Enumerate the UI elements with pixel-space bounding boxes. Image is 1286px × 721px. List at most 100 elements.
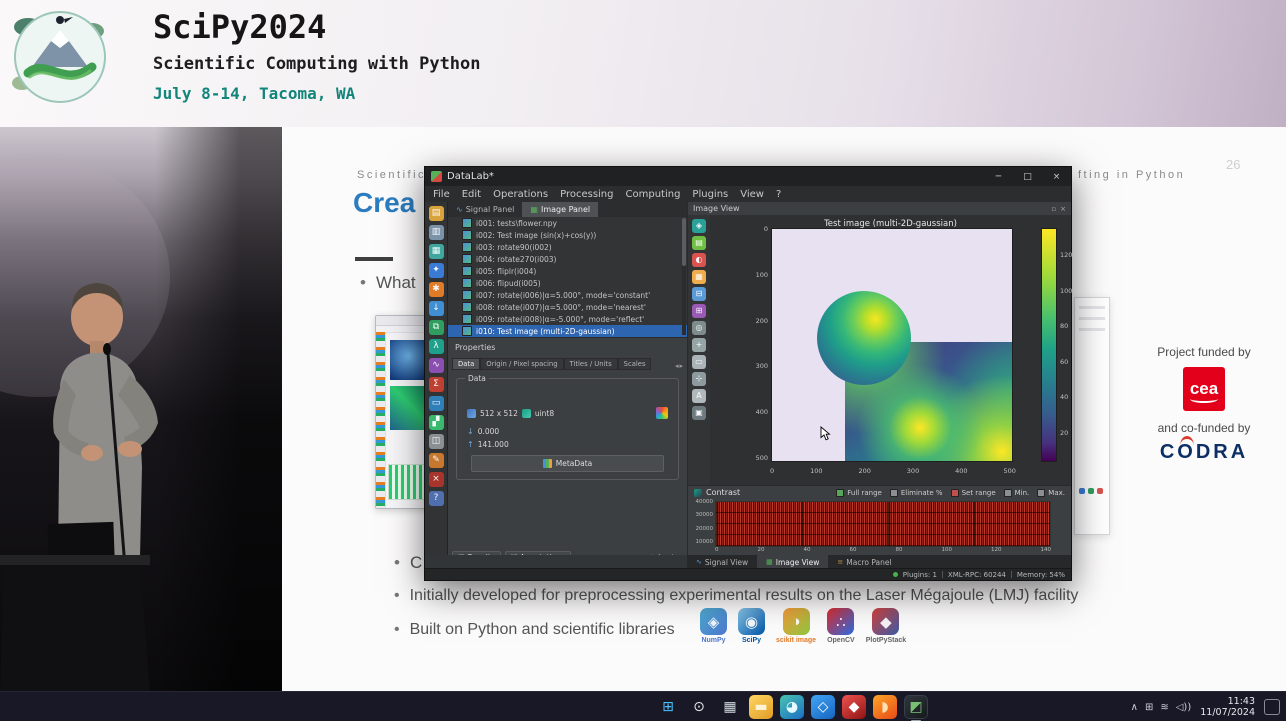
image-thumbnail-icon <box>462 326 472 336</box>
help-icon[interactable]: ? <box>429 491 444 506</box>
touch-keyboard-icon[interactable]: ⊞ <box>1145 702 1153 713</box>
new-image-icon[interactable]: ✦ <box>429 263 444 278</box>
pan-icon[interactable]: + <box>692 338 706 352</box>
open-image-icon[interactable]: ▦ <box>429 244 444 259</box>
view-tab[interactable]: ∿ Signal View <box>687 555 757 569</box>
contrast-option[interactable]: Max. <box>1037 489 1065 497</box>
metadata-button[interactable]: MetaData <box>471 455 664 472</box>
snapshot-icon[interactable]: ▣ <box>692 406 706 420</box>
contrast-adjust-icon[interactable]: ◐ <box>692 253 706 267</box>
window-titlebar[interactable]: DataLab* ─ □ × <box>425 167 1071 186</box>
curve-marker-icon[interactable]: ◈ <box>692 219 706 233</box>
menu-item[interactable]: Operations <box>487 188 554 201</box>
datalab-app-icon[interactable]: ◩ <box>904 695 928 719</box>
object-list-item[interactable]: i005: fliplr(i004) <box>448 265 687 277</box>
axes-icon[interactable]: ⊹ <box>692 372 706 386</box>
tick-label: 40 <box>804 547 811 553</box>
properties-tab[interactable]: Data <box>452 358 480 370</box>
contrast-option[interactable]: Set range <box>951 489 996 497</box>
float-panel-icon[interactable]: ▫ <box>1051 205 1056 213</box>
label-icon[interactable]: A <box>692 389 706 403</box>
menu-item[interactable]: File <box>427 188 456 201</box>
colormap-icon[interactable]: ▤ <box>692 236 706 250</box>
properties-label: Properties <box>455 343 495 352</box>
contrast-panel: Contrast Full range Eliminate % <box>688 485 1071 558</box>
volume-icon[interactable]: ◁)) <box>1176 702 1192 713</box>
conference-title: SciPy2024 <box>153 8 326 46</box>
select-rect-icon[interactable]: ▭ <box>692 355 706 369</box>
library-logo-caption: NumPy <box>701 637 725 644</box>
vscode-icon[interactable]: ◇ <box>811 695 835 719</box>
annotate-icon[interactable]: ✎ <box>429 453 444 468</box>
object-list-item[interactable]: i006: flipud(i005) <box>448 277 687 289</box>
plot-canvas[interactable]: Test image (multi-2D-gaussian) 010020030… <box>710 215 1071 485</box>
close-button[interactable]: × <box>1042 167 1071 186</box>
edge-browser-icon[interactable]: ◕ <box>780 695 804 719</box>
menu-item[interactable]: ? <box>770 188 787 201</box>
contrast-histogram[interactable] <box>715 501 1051 547</box>
contrast-option[interactable]: Eliminate % <box>890 489 943 497</box>
object-list-item[interactable]: i007: rotate(i006)|α=5.000°, mode='const… <box>448 289 687 301</box>
object-list-item[interactable]: i001: tests\flower.npy <box>448 217 687 229</box>
delete-icon[interactable]: × <box>429 472 444 487</box>
scrollbar-thumb[interactable] <box>682 218 686 266</box>
cross-section-x-icon[interactable]: ⊟ <box>692 287 706 301</box>
tick-label: 300 <box>907 467 919 475</box>
library-logo: ◈ NumPy <box>700 608 727 644</box>
file-explorer-icon[interactable]: ▬ <box>749 695 773 719</box>
operations-lambda-icon[interactable]: λ <box>429 339 444 354</box>
save-icon[interactable]: ▥ <box>429 225 444 240</box>
firefox-icon[interactable]: ◗ <box>873 695 897 719</box>
panel-tab[interactable]: ▦ Image Panel <box>522 202 598 217</box>
object-list-item[interactable]: i009: rotate(i008)|α=-5.000°, mode='refl… <box>448 313 687 325</box>
roi-icon[interactable]: ▭ <box>429 396 444 411</box>
close-panel-icon[interactable]: × <box>1060 205 1066 213</box>
object-list-item[interactable]: i003: rotate90(i002) <box>448 241 687 253</box>
minimize-button[interactable]: ─ <box>984 167 1013 186</box>
aspect-ratio-icon[interactable]: ▦ <box>692 270 706 284</box>
tray-expand-icon[interactable]: ∧ <box>1131 702 1138 713</box>
panel-tab[interactable]: ∿ Signal Panel <box>448 202 522 217</box>
processing-icon[interactable]: ∿ <box>429 358 444 373</box>
codra-accent-mark <box>1180 436 1194 446</box>
colormap-icon[interactable] <box>656 407 668 419</box>
object-list-item[interactable]: i004: rotate270(i003) <box>448 253 687 265</box>
contrast-option[interactable]: Full range <box>836 489 882 497</box>
view-panels-icon[interactable]: ◫ <box>429 434 444 449</box>
zoom-icon[interactable]: ◎ <box>692 321 706 335</box>
properties-tab[interactable]: Scales <box>618 358 652 370</box>
stats-icon[interactable]: ▞ <box>429 415 444 430</box>
search-icon[interactable]: ⊙ <box>687 695 711 719</box>
menu-item[interactable]: Computing <box>620 188 687 201</box>
view-tab[interactable]: ▦ Image View <box>757 555 828 569</box>
scroll-tabs-left-icon[interactable]: ◂ <box>675 362 679 370</box>
notification-icon[interactable] <box>1264 699 1280 715</box>
maximize-button[interactable]: □ <box>1013 167 1042 186</box>
import-icon[interactable]: ↓ <box>429 301 444 316</box>
duplicate-icon[interactable]: ⧉ <box>429 320 444 335</box>
menu-item[interactable]: View <box>734 188 770 201</box>
settings-gear-icon[interactable]: ✱ <box>429 282 444 297</box>
object-list-item[interactable]: i010: Test image (multi-2D-gaussian) <box>448 325 687 337</box>
rendered-image[interactable] <box>772 229 1012 461</box>
image-size-value: 512 x 512 <box>480 409 518 418</box>
properties-tab[interactable]: Titles / Units <box>564 358 618 370</box>
menu-item[interactable]: Edit <box>456 188 487 201</box>
colorbar[interactable] <box>1042 229 1056 461</box>
start-button[interactable]: ⊞ <box>656 695 680 719</box>
contrast-option[interactable]: Min. <box>1004 489 1030 497</box>
analysis-sigma-icon[interactable]: Σ <box>429 377 444 392</box>
object-list-item[interactable]: i002: Test image (sin(x)+cos(y)) <box>448 229 687 241</box>
object-list-item[interactable]: i008: rotate(i007)|α=5.000°, mode='neare… <box>448 301 687 313</box>
properties-tab[interactable]: Origin / Pixel spacing <box>480 358 563 370</box>
cross-section-y-icon[interactable]: ⊞ <box>692 304 706 318</box>
menu-item[interactable]: Processing <box>554 188 619 201</box>
spyder-icon[interactable]: ◆ <box>842 695 866 719</box>
wifi-icon[interactable]: ≋ <box>1160 702 1168 713</box>
menu-item[interactable]: Plugins <box>686 188 734 201</box>
view-tab[interactable]: ≡ Macro Panel <box>828 555 900 569</box>
open-file-icon[interactable]: ▤ <box>429 206 444 221</box>
task-view-icon[interactable]: ▦ <box>718 695 742 719</box>
taskbar-clock[interactable]: 11:43 11/07/2024 <box>1200 696 1255 719</box>
scroll-tabs-right-icon[interactable]: ▸ <box>679 362 683 370</box>
